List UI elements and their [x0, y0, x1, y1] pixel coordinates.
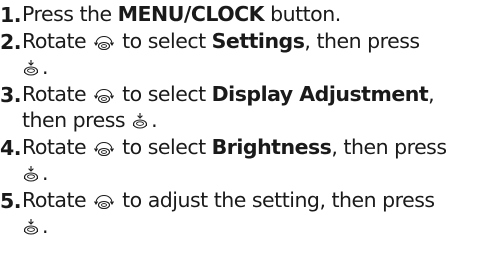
menu-clock-button-label: MENU/CLOCK	[117, 2, 265, 26]
step-text: , then press	[304, 28, 420, 53]
step-text: ,	[428, 81, 435, 106]
step-line: Rotate to select Display Adjustment,	[22, 81, 477, 108]
step-text: to select	[122, 81, 212, 106]
instruction-steps: 1. Press the MENU/CLOCK button. 2. Rotat…	[0, 0, 477, 240]
step-line: .	[22, 213, 477, 240]
step-1: 1. Press the MENU/CLOCK button.	[0, 1, 477, 28]
step-text: button.	[264, 2, 341, 26]
step-text: Rotate	[22, 81, 87, 106]
brightness-menu-label: Brightness	[211, 134, 332, 159]
step-text: Rotate	[22, 28, 87, 53]
step-text: Rotate	[22, 187, 87, 212]
step-text: to select	[122, 134, 212, 159]
step-2: 2. Rotate to select Settings, then press …	[0, 28, 477, 81]
step-3: 3. Rotate to select Display Adjustment, t…	[0, 81, 477, 134]
step-4: 4. Rotate to select Brightness, then pres…	[0, 134, 477, 187]
step-text: .	[151, 108, 158, 132]
step-text: Press the	[22, 2, 118, 26]
selector-knob-press-icon	[22, 59, 40, 77]
step-text: Rotate	[22, 134, 87, 159]
step-text: , then press	[331, 134, 447, 159]
step-number: 5.	[0, 188, 22, 213]
step-number: 3.	[0, 82, 22, 107]
step-text: to select	[122, 28, 212, 53]
step-number: 2.	[0, 29, 22, 54]
display-adjustment-menu-label: Display Adjustment	[211, 81, 429, 106]
step-text: to adjust the setting, then press	[122, 187, 435, 212]
step-line: .	[22, 160, 477, 187]
selector-knob-rotate-icon	[93, 35, 115, 51]
step-text: .	[42, 161, 49, 185]
selector-knob-rotate-icon	[93, 194, 115, 210]
step-line: Rotate to select Settings, then press	[22, 28, 477, 55]
step-number: 1.	[0, 3, 22, 27]
selector-knob-press-icon	[22, 218, 40, 236]
selector-knob-rotate-icon	[93, 141, 115, 157]
step-text: .	[42, 214, 49, 238]
step-number: 4.	[0, 135, 22, 160]
selector-knob-press-icon	[22, 165, 40, 183]
step-text: then press	[22, 108, 132, 132]
step-5: 5. Rotate to adjust the setting, then pre…	[0, 187, 477, 240]
selector-knob-rotate-icon	[93, 88, 115, 104]
settings-menu-label: Settings	[211, 28, 305, 53]
selector-knob-press-icon	[131, 112, 149, 130]
step-line: then press .	[22, 107, 477, 134]
step-line: Rotate to select Brightness, then press	[22, 134, 477, 161]
step-text: .	[42, 55, 49, 79]
step-line: .	[22, 54, 477, 81]
step-line: Rotate to adjust the setting, then press	[22, 187, 477, 214]
step-line: Press the MENU/CLOCK button.	[22, 1, 477, 28]
